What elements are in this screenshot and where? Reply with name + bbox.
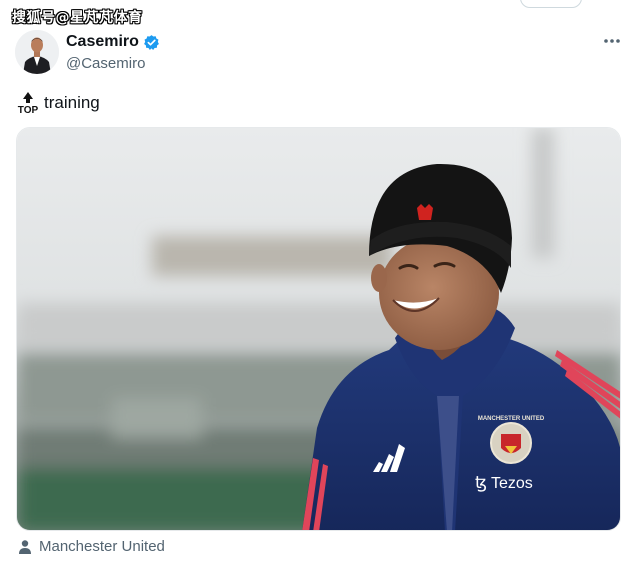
- author-handle[interactable]: @Casemiro: [66, 55, 145, 72]
- verified-badge-icon: [143, 34, 160, 51]
- top-emoji-label: TOP: [18, 105, 39, 116]
- tweet-photo[interactable]: MANCHESTER UNITED ꜩ Tezos: [16, 127, 621, 531]
- watermark: 搜狐号@星芃芃体育: [12, 10, 143, 26]
- sponsor-text: Tezos: [491, 475, 533, 492]
- tagged-user-label[interactable]: Manchester United: [39, 538, 165, 555]
- author-name[interactable]: Casemiro: [66, 33, 139, 51]
- tagged-user[interactable]: Manchester United: [17, 538, 165, 555]
- ellipsis-icon[interactable]: [602, 34, 622, 48]
- person-icon: [17, 539, 33, 555]
- top-arrow-emoji-icon: TOP: [16, 90, 40, 116]
- avatar[interactable]: [15, 30, 59, 74]
- sponsor-glyph: ꜩ: [475, 473, 487, 492]
- tweet-text: TOP training: [16, 90, 100, 116]
- tweet-body-text: training: [44, 93, 100, 112]
- avatar-suited-man-icon: [15, 30, 59, 74]
- top-pill-button[interactable]: [520, 0, 582, 8]
- training-photo-image: MANCHESTER UNITED ꜩ Tezos: [17, 128, 620, 530]
- author-name-row[interactable]: Casemiro: [66, 33, 160, 51]
- crest-text: MANCHESTER UNITED: [478, 416, 545, 422]
